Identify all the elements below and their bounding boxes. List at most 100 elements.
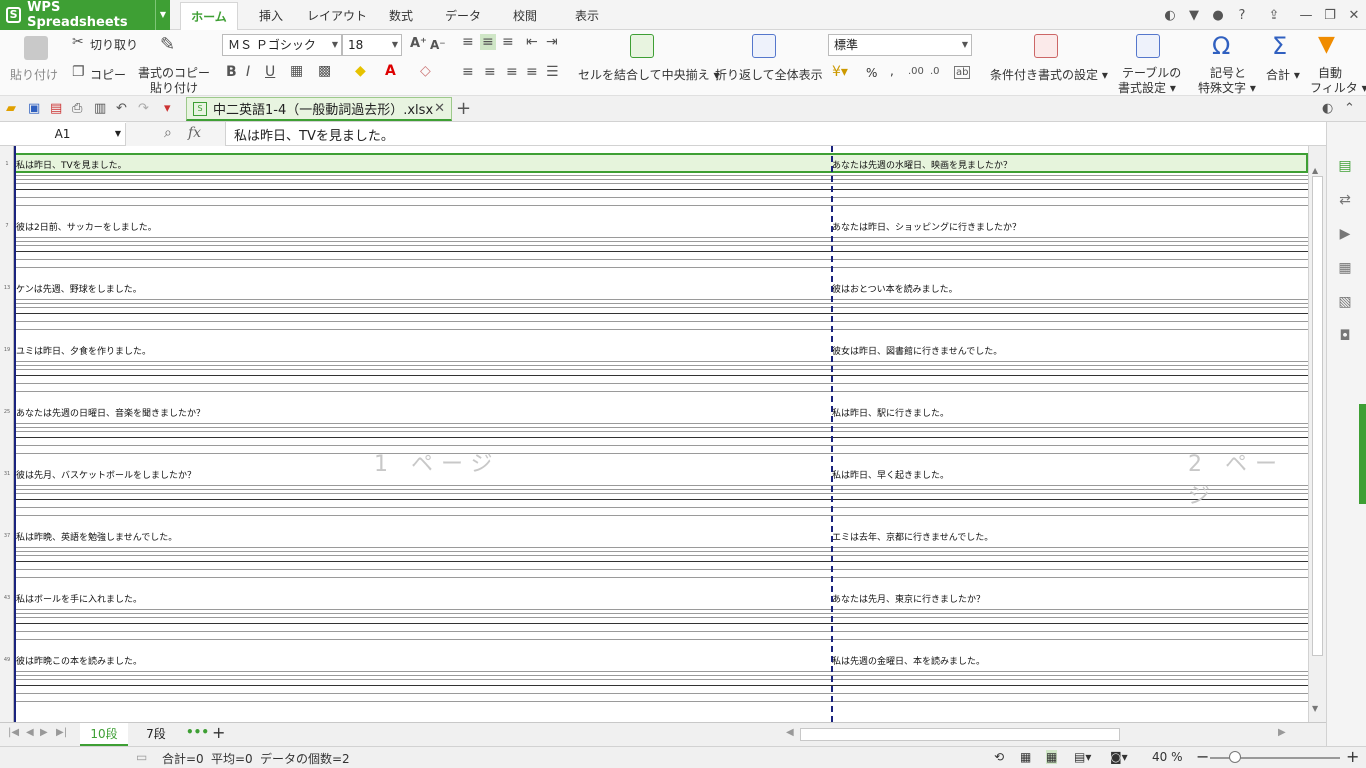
save-icon[interactable]: ▣ xyxy=(28,101,40,116)
horizontal-scroll-thumb[interactable] xyxy=(800,728,1120,741)
name-box[interactable]: A1 ▼ xyxy=(0,123,126,145)
table-style-icon[interactable] xyxy=(1136,34,1160,58)
row-number[interactable]: 31 xyxy=(0,471,14,477)
italic-icon[interactable]: I xyxy=(246,64,250,80)
normal-view-icon[interactable]: ▦ xyxy=(1020,750,1031,764)
row-number[interactable]: 13 xyxy=(0,285,14,291)
row-number[interactable]: 43 xyxy=(0,595,14,601)
increase-decimal-icon[interactable]: .00 xyxy=(908,66,924,77)
shrink-font-icon[interactable]: A⁻ xyxy=(430,38,446,52)
paste-button[interactable]: 貼り付け xyxy=(10,66,58,83)
cell-right[interactable]: あなたは先月、東京に行きましたか？ xyxy=(832,592,985,605)
tab-layout[interactable]: レイアウト xyxy=(304,2,370,30)
new-doc-icon[interactable]: ▤ xyxy=(1335,158,1355,176)
cell-right[interactable]: あなたは昨日、ショッピングに行きましたか？ xyxy=(832,220,1021,233)
tab-formulas[interactable]: 数式 xyxy=(380,2,422,30)
align-middle-icon[interactable]: ≡ xyxy=(480,34,496,50)
print-preview-icon[interactable]: ▥ xyxy=(94,101,106,116)
align-right-icon[interactable]: ≡ xyxy=(506,64,518,80)
last-sheet-icon[interactable]: ▶| xyxy=(56,727,67,738)
vertical-scroll-thumb[interactable] xyxy=(1312,176,1323,656)
cell-right[interactable]: あなたは先週の水曜日、映画を見ましたか？ xyxy=(832,158,1012,171)
sheet-grid[interactable]: 1 7 13 19 25 31 37 43 49 1 ページ 2 ページ 私は昨日、TVを見まし… xyxy=(0,146,1308,722)
add-sheet-button[interactable]: + xyxy=(212,723,225,742)
underline-icon[interactable]: U xyxy=(265,64,275,80)
first-sheet-icon[interactable]: |◀ xyxy=(8,727,19,738)
tab-data[interactable]: データ xyxy=(434,2,492,30)
border-icon[interactable]: ▦ xyxy=(290,63,303,79)
align-left-icon[interactable]: ≡ xyxy=(462,64,474,80)
zoom-slider-knob[interactable] xyxy=(1229,751,1241,763)
customize-icon[interactable]: ▾ xyxy=(164,101,171,116)
zoom-search-icon[interactable]: ⌕ xyxy=(164,125,172,141)
cell-left[interactable]: 彼は2日前、サッカーをしました。 xyxy=(16,220,157,233)
sheet-tab-10dan[interactable]: 10段 xyxy=(80,723,128,746)
formula-input[interactable]: 私は昨日、TVを見ました。 xyxy=(234,125,394,144)
tab-insert[interactable]: 挿入 xyxy=(248,2,294,30)
cell-left[interactable]: ケンは先週、野球をしました。 xyxy=(16,282,142,295)
grow-font-icon[interactable]: A⁺ xyxy=(410,36,427,51)
font-size-select[interactable]: 18 ▼ xyxy=(342,34,402,56)
justify-icon[interactable]: ≡ xyxy=(526,64,538,80)
reading-mode-icon[interactable]: ◙▾ xyxy=(1110,750,1128,764)
tab-review[interactable]: 校閲 xyxy=(502,2,548,30)
close-icon[interactable]: ✕ xyxy=(1342,8,1366,23)
next-sheet-icon[interactable]: ▶ xyxy=(40,727,48,738)
transfer-icon[interactable]: ⇄ xyxy=(1335,192,1355,210)
zoom-value[interactable]: 40 % xyxy=(1152,750,1183,764)
more-sheets-icon[interactable]: ••• xyxy=(186,725,209,739)
fx-icon[interactable]: fx xyxy=(188,125,201,141)
omega-icon[interactable]: Ω xyxy=(1212,32,1230,60)
format-painter-icon[interactable]: ✎ xyxy=(160,34,175,55)
skin-icon[interactable]: ◐ xyxy=(1158,8,1182,23)
copy-button[interactable]: コピー xyxy=(90,66,126,83)
cut-button[interactable]: 切り取り xyxy=(90,36,138,53)
clear-format-icon[interactable]: ◇ xyxy=(420,63,431,79)
merge-center-button[interactable]: セルを結合して中央揃え ▾ xyxy=(578,66,720,83)
number-format-select[interactable]: 標準 ▼ xyxy=(828,34,972,56)
cell-right[interactable]: 私は先週の金曜日、本を読みました。 xyxy=(832,654,985,667)
document-icon[interactable]: ▧ xyxy=(1335,294,1355,312)
row-number[interactable]: 7 xyxy=(0,223,14,229)
vertical-scrollbar[interactable]: ▲ ▼ xyxy=(1308,146,1326,722)
help-icon[interactable]: ? xyxy=(1230,8,1254,23)
scroll-left-icon[interactable]: ◀ xyxy=(786,727,794,738)
fill-color-icon[interactable]: ◆ xyxy=(355,63,366,79)
cell-left[interactable]: ユミは昨日、夕食を作りました。 xyxy=(16,344,151,357)
collapse-ribbon-icon[interactable]: ⌃ xyxy=(1344,101,1355,116)
cell-left[interactable]: 彼は昨晩この本を読みました。 xyxy=(16,654,142,667)
ribbon-toggle-icon[interactable]: ◐ xyxy=(1322,101,1333,116)
cell-left[interactable]: 私は昨日、TVを見ました。 xyxy=(16,158,127,171)
row-headers[interactable]: 1 7 13 19 25 31 37 43 49 xyxy=(0,146,14,722)
print-icon[interactable]: ⎙ xyxy=(72,101,82,116)
close-tab-icon[interactable]: ✕ xyxy=(434,101,445,116)
chevron-down-icon[interactable]: ▼ xyxy=(154,0,166,30)
new-tab-icon[interactable]: + xyxy=(456,98,471,119)
wrap-text-button[interactable]: 折り返して全体表示 xyxy=(715,66,823,83)
row-number[interactable]: 37 xyxy=(0,533,14,539)
history-icon[interactable]: ⟲ xyxy=(994,750,1004,764)
tab-home[interactable]: ホーム xyxy=(180,2,238,30)
sigma-icon[interactable]: Σ xyxy=(1272,32,1287,60)
row-number[interactable]: 19 xyxy=(0,347,14,353)
paste-icon[interactable] xyxy=(24,36,48,60)
indent-decrease-icon[interactable]: ⇤ xyxy=(526,34,538,50)
row-number[interactable]: 25 xyxy=(0,409,14,415)
open-icon[interactable]: ▰ xyxy=(6,101,16,116)
upload-icon[interactable]: ⇪ xyxy=(1262,8,1286,23)
backup-icon[interactable]: ◘ xyxy=(1335,328,1355,346)
tab-view[interactable]: 表示 xyxy=(564,2,610,30)
page-break-view-icon[interactable]: ▦ xyxy=(1046,750,1058,764)
scissors-icon[interactable]: ✂ xyxy=(72,34,84,50)
user-icon[interactable]: ● xyxy=(1206,8,1230,23)
cell-left[interactable]: 私は昨晩、英語を勉強しませんでした。 xyxy=(16,530,177,543)
select-icon[interactable]: ▶ xyxy=(1335,226,1355,244)
font-color-icon[interactable]: A xyxy=(385,63,396,79)
cell-left[interactable]: 彼は先月、バスケットボールをしましたか？ xyxy=(16,468,196,481)
percent-button[interactable]: % xyxy=(866,66,877,80)
shirt-icon[interactable]: ▼ xyxy=(1182,8,1206,23)
scroll-up-icon[interactable]: ▲ xyxy=(1312,166,1318,175)
side-panel-handle[interactable] xyxy=(1359,404,1366,504)
conditional-format-button[interactable]: 条件付き書式の設定 ▾ xyxy=(990,66,1108,83)
wrap-text-icon[interactable] xyxy=(752,34,776,58)
